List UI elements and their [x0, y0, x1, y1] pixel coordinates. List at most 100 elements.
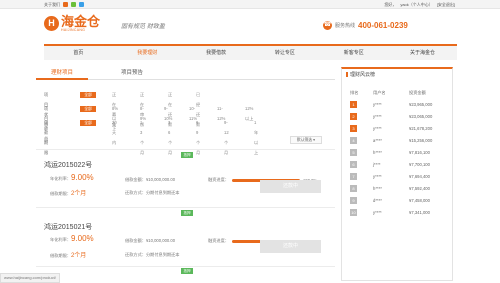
annual-rate: 年化利率：9.00% — [50, 234, 94, 243]
rank-amount: ¥7,458,000 — [409, 198, 430, 203]
rank-amount: ¥15,256,000 — [409, 138, 433, 143]
rank-row: 9 d**** ¥7,458,000 — [342, 197, 452, 207]
weibo-icon[interactable] — [63, 2, 68, 7]
rank-amount: ¥21,678,200 — [409, 126, 433, 131]
product-title[interactable]: 鸿运2015022号 — [44, 160, 92, 170]
col-user: 用户名 — [373, 90, 386, 95]
tab-projects[interactable]: 理财项目 — [36, 67, 88, 80]
rank-row: 5 h**** ¥7,816,100 — [342, 149, 452, 159]
sort-button[interactable]: 默认筛选 ▾ — [290, 136, 322, 144]
rank-row: 1 y**** ¥23,965,000 — [342, 101, 452, 111]
amount-value: ¥10,000,000.00 — [145, 238, 176, 243]
mortgage-badge: 抵押 — [181, 210, 193, 216]
rank-row: 10 y**** ¥7,341,000 — [342, 209, 452, 219]
rank-amount: ¥7,700,100 — [409, 162, 430, 167]
filter-option[interactable]: 30天内 — [112, 118, 117, 148]
user-center-link[interactable]: yaok（个人中心） — [400, 0, 432, 9]
rank-user: y**** — [373, 114, 382, 119]
logo-mark-icon: H — [44, 16, 59, 31]
term-label: 借款期限： — [50, 253, 71, 258]
rank-user: y**** — [373, 126, 382, 131]
nav-newuser[interactable]: 新客专区 — [319, 46, 388, 60]
nav-borrow[interactable]: 我要借款 — [182, 46, 251, 60]
filter-option[interactable]: 9-12个月 — [224, 118, 229, 158]
ranking-panel: 理财风云榜 排名 用户名 投资金额 1 y**** ¥23,965,000 2 y**… — [341, 67, 453, 281]
hotline-label: 服务热线 — [335, 23, 356, 29]
divider — [36, 207, 335, 208]
rate-label: 年化利率： — [50, 176, 71, 181]
wechat-icon[interactable] — [71, 2, 76, 7]
filter-option[interactable]: 1-3个月 — [140, 118, 144, 158]
status-url: www.haijincang.com/product/ — [0, 273, 60, 283]
filter-option[interactable]: 1年以上 — [254, 118, 258, 158]
slogan: 固有规范 财致盈 — [121, 23, 165, 30]
filter-all-button[interactable]: 全部 — [80, 120, 96, 126]
loan-amount: 借款金额：¥10,000,000.00 — [125, 238, 175, 244]
progress-label: 融资进度： — [208, 238, 229, 243]
nav-home[interactable]: 首页 — [44, 46, 113, 60]
filter-all-button[interactable]: 全部 — [80, 106, 96, 112]
nav-invest[interactable]: 我要理财 — [113, 46, 182, 60]
rank-amount: ¥7,592,400 — [409, 186, 430, 191]
rank-number: 6 — [350, 161, 357, 168]
rank-user: y**** — [373, 174, 382, 179]
filter-option[interactable]: 12%以上 — [245, 104, 253, 124]
tab-preview[interactable]: 项目预告 — [102, 67, 162, 80]
loan-term: 借款期限：2个月 — [50, 250, 86, 259]
about-link[interactable]: 关于我们 — [44, 0, 60, 9]
rank-user: d**** — [373, 198, 382, 203]
amount-value: ¥10,000,000.00 — [145, 177, 176, 182]
rank-row: 2 y**** ¥23,065,000 — [342, 113, 452, 123]
hotline: ☎ 服务热线 400-061-0239 — [323, 21, 408, 30]
filter-option[interactable]: 3-6个月 — [168, 118, 172, 158]
nav-about[interactable]: 关于海金仓 — [388, 46, 457, 60]
phone-icon: ☎ — [323, 21, 332, 30]
progress-label: 融资进度： — [208, 177, 229, 182]
repaying-button[interactable]: 还款中 — [260, 180, 321, 193]
top-bar: 关于我们 您好， yaok（个人中心） [安全退出] — [0, 0, 500, 9]
col-amount: 投资金额 — [409, 90, 426, 95]
mortgage-badge: 抵押 — [181, 152, 193, 158]
project-tabs: 理财项目 项目预告 — [36, 67, 335, 80]
user-greeting: 您好， — [384, 2, 397, 7]
rank-number: 4 — [350, 137, 357, 144]
filter-all-button[interactable]: 全部 — [80, 92, 96, 98]
title-bar-icon — [346, 72, 348, 77]
logout-link[interactable]: [安全退出] — [437, 0, 455, 9]
rank-amount: ¥23,965,000 — [409, 102, 433, 107]
rate-label: 年化利率： — [50, 237, 71, 242]
col-rank: 排名 — [350, 90, 359, 95]
rank-user: j**** — [373, 162, 381, 167]
loan-amount: 借款金额：¥10,000,000.00 — [125, 177, 175, 183]
rank-number: 9 — [350, 197, 357, 204]
site-logo[interactable]: H 海金仓 HAIJINCANG — [44, 15, 100, 32]
rank-user: a**** — [373, 138, 382, 143]
rank-row: 6 j**** ¥7,700,100 — [342, 161, 452, 171]
filter-label: 借款期限 — [44, 120, 49, 155]
repaying-button[interactable]: 还款中 — [260, 240, 321, 253]
term-label: 借款期限： — [50, 191, 71, 196]
rank-row: 8 h**** ¥7,592,400 — [342, 185, 452, 195]
product-title[interactable]: 鸿运2015021号 — [44, 222, 92, 232]
rank-amount: ¥7,694,400 — [409, 174, 430, 179]
repay-method: 还款方式：分期付息到期还本 — [125, 190, 180, 195]
nav-transfer[interactable]: 转让专区 — [250, 46, 319, 60]
qq-icon[interactable] — [79, 2, 84, 7]
loan-term: 借款期限：2个月 — [50, 188, 86, 197]
rank-row: 3 y**** ¥21,678,200 — [342, 125, 452, 135]
logo-cn: 海金仓 — [61, 14, 101, 29]
rank-amount: ¥7,816,100 — [409, 150, 430, 155]
amount-label: 借款金额： — [125, 177, 146, 182]
rank-amount: ¥7,341,000 — [409, 210, 430, 215]
rank-number: 3 — [350, 125, 357, 132]
rank-user: h**** — [373, 186, 382, 191]
rank-amount: ¥23,065,000 — [409, 114, 433, 119]
rank-number: 8 — [350, 185, 357, 192]
divider — [36, 266, 335, 267]
rank-user: y**** — [373, 210, 382, 215]
rate-value: 9.00% — [70, 234, 94, 243]
rank-number: 1 — [350, 101, 357, 108]
filter-option[interactable]: 6-9个月 — [196, 118, 200, 158]
ranking-title-text: 理财风云榜 — [350, 72, 376, 78]
amount-label: 借款金额： — [125, 238, 146, 243]
